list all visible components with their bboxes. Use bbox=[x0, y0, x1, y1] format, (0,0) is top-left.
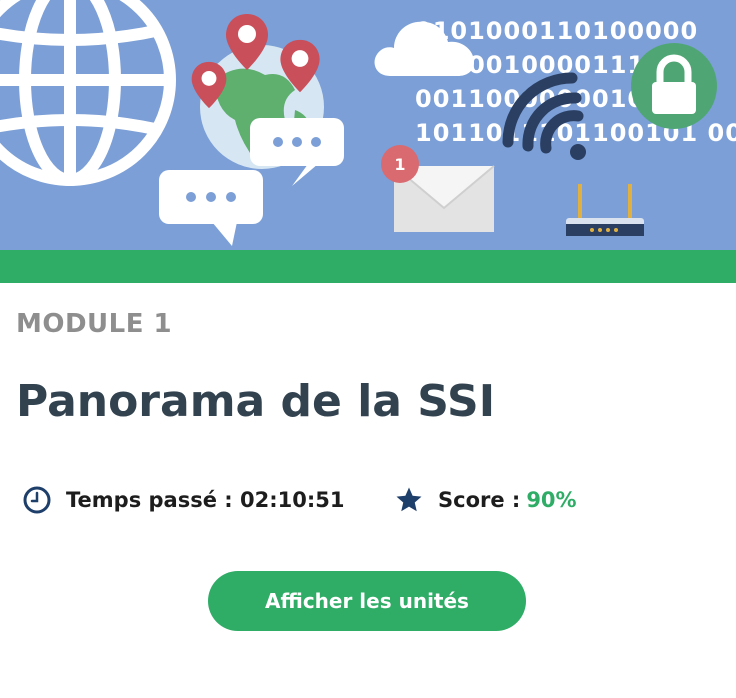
show-units-button[interactable]: Afficher les unités bbox=[208, 571, 526, 631]
banner-accent-bar bbox=[0, 250, 736, 283]
map-pin-icon bbox=[191, 61, 227, 109]
chat-bubble-icon bbox=[159, 170, 263, 246]
map-pin-icon bbox=[280, 39, 320, 93]
time-spent-stat: Temps passé : 02:10:51 bbox=[22, 484, 344, 516]
wifi-icon bbox=[502, 72, 586, 160]
page-title: Panorama de la SSI bbox=[16, 376, 496, 427]
clock-icon bbox=[22, 485, 52, 515]
notification-badge: 1 bbox=[381, 145, 419, 183]
star-icon bbox=[394, 485, 424, 515]
time-spent-label: Temps passé : 02:10:51 bbox=[66, 488, 345, 512]
lock-icon bbox=[631, 43, 717, 129]
score-label: Score : bbox=[438, 488, 521, 512]
router-icon bbox=[566, 184, 644, 236]
module-banner: 0101000110100000 01100100001111 00110000… bbox=[0, 0, 736, 250]
score-value: 90% bbox=[526, 488, 577, 512]
score-stat: Score : 90% bbox=[394, 484, 577, 516]
map-pin-icon bbox=[226, 14, 268, 70]
globe-icon bbox=[0, 0, 176, 186]
module-label: MODULE 1 bbox=[16, 309, 173, 339]
